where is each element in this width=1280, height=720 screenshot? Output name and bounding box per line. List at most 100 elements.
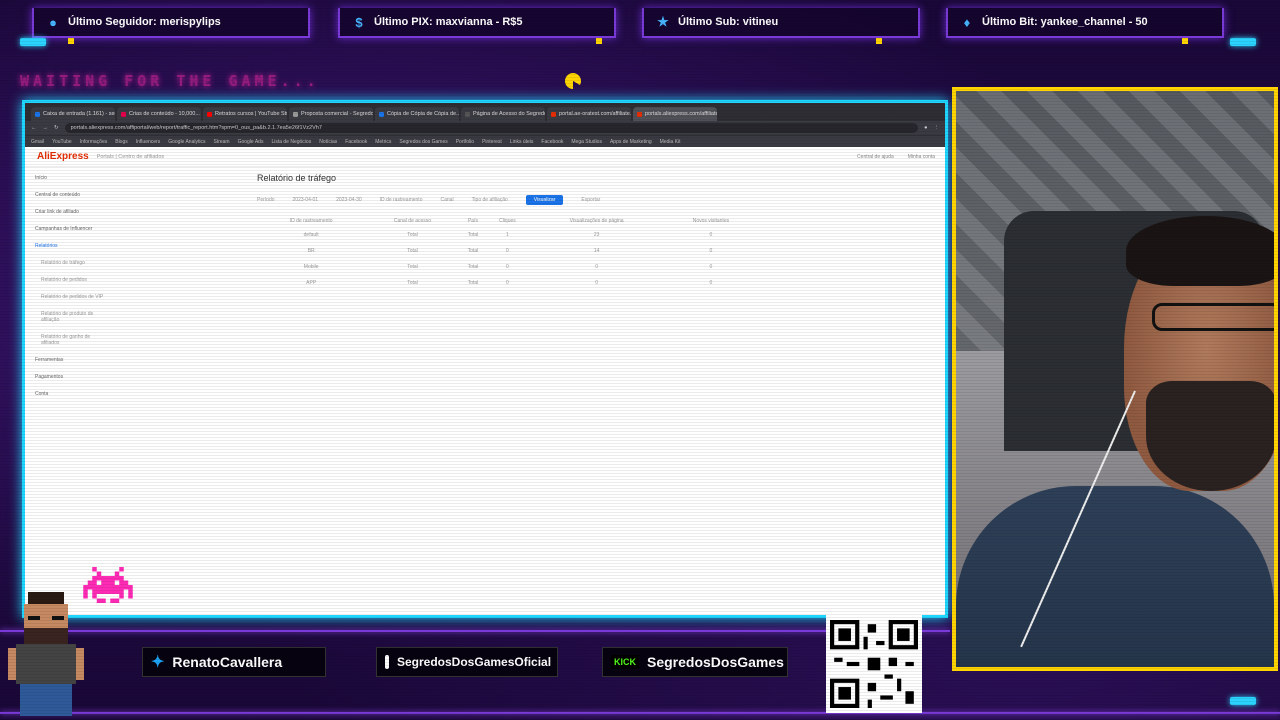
- tab-favicon-icon: [293, 111, 298, 117]
- bookmark-item[interactable]: Stream: [213, 139, 229, 145]
- table-cell: Total: [407, 280, 418, 286]
- url-input[interactable]: portals.aliexpress.com/affiportal/web/re…: [64, 123, 919, 133]
- affiliate-type-filter[interactable]: Tipo de afiliação: [472, 197, 508, 203]
- view-button[interactable]: Visualizar: [525, 195, 564, 205]
- stat-bar-bit: ♦ Último Bit: yankee_channel - 50: [946, 8, 1224, 38]
- browser-tab[interactable]: Página de Acesso do Segredo...: [461, 107, 545, 121]
- table-row: APP Total Total 0 0 0: [257, 275, 757, 291]
- bookmark-item[interactable]: Apps de Marketing: [610, 139, 652, 145]
- back-icon[interactable]: ←: [31, 125, 37, 131]
- extensions-icon[interactable]: ●: [924, 125, 927, 131]
- browser-tab[interactable]: portal.ae-oratest.com/affiliate...: [547, 107, 631, 121]
- tracking-id-filter[interactable]: ID de rastreamento: [380, 197, 423, 203]
- bookmark-item[interactable]: Media Kit: [660, 139, 681, 145]
- pacman-icon: [565, 73, 581, 89]
- aliexpress-page: AliExpress Portals | Centro de afiliados…: [25, 147, 945, 615]
- bookmark-item[interactable]: Facebook: [541, 139, 563, 145]
- decor-bar: [1230, 38, 1256, 46]
- browser-tab[interactable]: Cópia de Cópia de Cópia de...: [375, 107, 459, 121]
- table-cell: 14: [593, 248, 600, 254]
- help-link[interactable]: Central de ajuda: [857, 154, 894, 160]
- waiting-text: WAITING FOR THE GAME...: [20, 72, 320, 90]
- bookmark-item[interactable]: Google Ads: [238, 139, 264, 145]
- tab-label: Caixa de entrada (1.161) - segredos...: [43, 111, 115, 117]
- bookmark-item[interactable]: Portfolio: [456, 139, 474, 145]
- bookmark-item[interactable]: Segredos dos Games: [399, 139, 447, 145]
- stat-bar-sub: ★ Último Sub: vitineu: [642, 8, 920, 38]
- period-label: Período: [257, 197, 275, 203]
- sidebar-item[interactable]: Ferramentas: [35, 357, 105, 363]
- sidebar-item[interactable]: Criar link de afiliado: [35, 209, 105, 215]
- main-content: Relatório de tráfego Período 2023-04-01 …: [257, 173, 757, 291]
- forward-icon[interactable]: →: [43, 125, 49, 131]
- bookmark-item[interactable]: Informações: [80, 139, 108, 145]
- bookmark-item[interactable]: Facebook: [345, 139, 367, 145]
- table-cell: Total: [467, 248, 479, 254]
- kick-handle[interactable]: KICK SegredosDosGames: [602, 647, 788, 677]
- sidebar-item[interactable]: Relatório de pedidos de VIP: [35, 294, 105, 300]
- aliexpress-logo[interactable]: AliExpress: [37, 151, 89, 162]
- logo-subtitle: Portals | Centro de afiliados: [96, 153, 165, 160]
- export-button[interactable]: Exportar: [581, 197, 600, 203]
- qr-code[interactable]: [826, 615, 922, 713]
- decor-dot: [596, 38, 602, 44]
- bookmarks-bar: Gmail YouTube Informações Blogs Influencers G…: [25, 135, 945, 147]
- stat-label: Último Seguidor: merispylips: [68, 16, 221, 28]
- instagram-label: SegredosDosGamesOficial: [397, 655, 552, 669]
- bookmark-item[interactable]: Influencers: [136, 139, 160, 145]
- user-icon: ●: [49, 14, 57, 30]
- sidebar-item[interactable]: Relatório de tráfego: [35, 260, 105, 266]
- decor-dot: [1182, 38, 1188, 44]
- webcam-beard: [1146, 381, 1274, 491]
- bookmark-item[interactable]: Gmail: [31, 139, 44, 145]
- instagram-handle[interactable]: SegredosDosGamesOficial: [376, 647, 558, 677]
- channel-filter[interactable]: Canal: [440, 197, 453, 203]
- webcam-feed: [952, 87, 1278, 671]
- date-end[interactable]: 2023-04-30: [336, 197, 362, 203]
- sidebar-item[interactable]: Início: [35, 175, 105, 181]
- browser-tab[interactable]: Caixa de entrada (1.161) - segredos...: [31, 107, 115, 121]
- bookmark-item[interactable]: Google Analytics: [168, 139, 205, 145]
- sidebar-item[interactable]: Relatório de ganho de afiliados: [35, 334, 105, 346]
- sidebar-item[interactable]: Campanhas de Influencer: [35, 226, 105, 232]
- browser-tab[interactable]: Retratos cursos | YouTube Studio: [203, 107, 287, 121]
- bookmark-item[interactable]: Lista de Negócios: [271, 139, 311, 145]
- table-cell: 0: [595, 264, 599, 270]
- diamond-icon: ♦: [963, 14, 971, 30]
- date-start[interactable]: 2023-04-01: [293, 197, 319, 203]
- reload-icon[interactable]: ↻: [54, 125, 59, 131]
- table-header-cell: Cliques: [499, 218, 516, 224]
- sidebar-item[interactable]: Relatório de produto de afiliação: [35, 311, 105, 323]
- menu-icon[interactable]: ⋮: [934, 125, 940, 131]
- sidebar-item[interactable]: Relatório de pedidos: [35, 277, 105, 283]
- browser-tab[interactable]: portals.aliexpress.com/affiliate...: [633, 107, 717, 121]
- sidebar-item[interactable]: Pagamentos: [35, 374, 105, 380]
- account-link[interactable]: Minha conta: [908, 154, 935, 160]
- sidebar-item[interactable]: Central de conteúdo: [35, 192, 105, 198]
- bookmark-item[interactable]: Notícias: [319, 139, 337, 145]
- browser-tab[interactable]: Proposta comercial - Segredo...: [289, 107, 373, 121]
- sidebar-item[interactable]: Relatórios: [35, 243, 105, 249]
- table-header-cell: Visualizações de página: [569, 218, 624, 224]
- twitter-handle[interactable]: ✦ RenatoCavallera: [142, 647, 326, 677]
- table-cell: 23: [593, 232, 600, 238]
- qr-label: livepix.gg/segredosdosgames: [826, 603, 919, 610]
- bookmark-item[interactable]: Pinterest: [482, 139, 502, 145]
- table-header-cell: Novos visitantes: [692, 218, 730, 224]
- bookmark-item[interactable]: Blogs: [115, 139, 128, 145]
- stat-label: Último Sub: vitineu: [678, 16, 779, 28]
- table-cell: Total: [407, 264, 418, 270]
- bookmark-item[interactable]: Links úteis: [510, 139, 534, 145]
- sidebar-item[interactable]: Conta: [35, 391, 105, 397]
- space-invader-icon: [83, 567, 133, 603]
- bookmark-item[interactable]: Metrics: [375, 139, 391, 145]
- stat-bar-pix: $ Último PIX: maxvianna - R$5: [338, 8, 616, 38]
- bookmark-item[interactable]: YouTube: [52, 139, 72, 145]
- browser-tab[interactable]: Crias de conteúdo - 10,000...: [117, 107, 201, 121]
- tab-label: Proposta comercial - Segredo...: [301, 111, 373, 117]
- stat-label: Último Bit: yankee_channel - 50: [982, 16, 1148, 28]
- webcam-shirt: [956, 486, 1274, 667]
- bookmark-item[interactable]: Mega Studios: [571, 139, 602, 145]
- tab-favicon-icon: [379, 111, 384, 117]
- table-header-cell: Canal de acesso: [393, 218, 432, 224]
